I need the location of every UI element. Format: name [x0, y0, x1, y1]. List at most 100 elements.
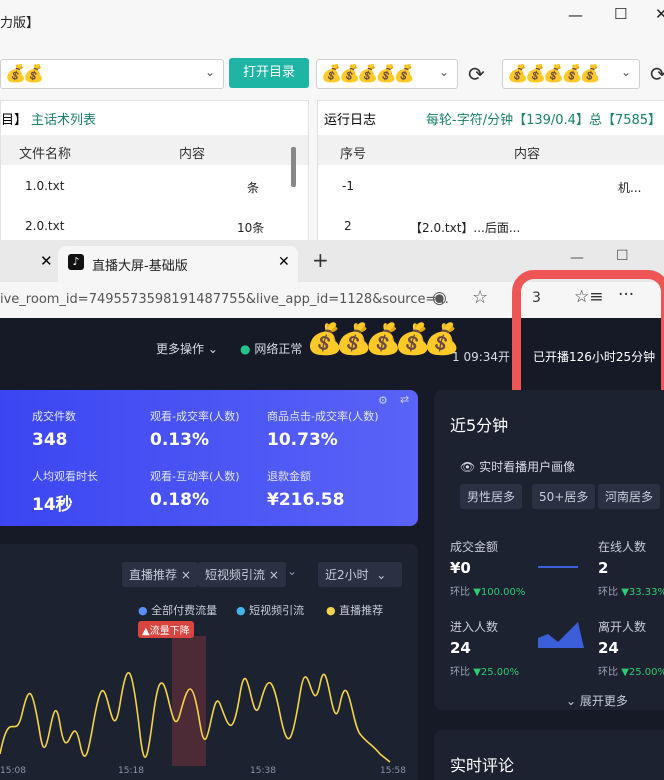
filter-label: 短视频引流: [205, 568, 266, 582]
live-dashboard: 更多操作 ⌄ ● 网络正常 💰💰💰💰💰 1 09:34开 已开播126小时25分…: [0, 270, 664, 780]
chevron-down-icon[interactable]: ⌄: [287, 564, 297, 578]
open-directory-button[interactable]: 打开目录: [229, 58, 309, 88]
network-label: 网络正常: [254, 342, 303, 356]
more-ops-label: 更多操作: [156, 342, 205, 356]
output-select[interactable]: 💰💰💰💰💰 ⌄: [502, 59, 640, 89]
panel-heading: 运行日志: [324, 113, 377, 128]
maximize-icon[interactable]: ☐: [614, 5, 627, 23]
row-no: -1: [342, 179, 354, 193]
minimize-icon[interactable]: —: [568, 6, 583, 24]
legend-item[interactable]: ● 短视频引流: [236, 602, 304, 618]
metrics-card: ⚙ ⇄ 成交件数 348 观看-成交率(人数) 0.13% 商品点击-成交率(人数)…: [0, 390, 418, 526]
stat-label: 在线人数: [598, 540, 647, 554]
swap-icon[interactable]: ⇄: [400, 393, 409, 406]
stat-delta: ▼25.00%: [621, 667, 664, 678]
run-stats: 每轮-字符/分钟【139/0.4】总【7585】: [426, 113, 662, 128]
sparkline: [538, 622, 584, 648]
moneybag-icon: 💰💰: [5, 64, 44, 84]
column-file: 文件名称: [19, 147, 72, 162]
stat-item: 在线人数 2 环比 ▼33.33%: [598, 538, 664, 598]
filter-short-video[interactable]: 短视频引流 ×: [198, 562, 286, 587]
close-tab-icon[interactable]: ✕: [40, 252, 53, 270]
traffic-drop-badge: ▲流量下降: [138, 621, 194, 638]
url-field[interactable]: ive_room_id=7495573598191487755&live_app…: [0, 292, 449, 307]
star-icon[interactable]: ☆: [472, 287, 488, 308]
more-operations-menu[interactable]: 更多操作 ⌄: [156, 340, 218, 357]
legend-label: 直播推荐: [339, 604, 384, 617]
metric-value: 10.73%: [267, 430, 338, 450]
moneybag-icon: 💰💰💰💰💰: [306, 322, 461, 357]
file-name: 2.0.txt: [25, 219, 65, 233]
metric-value: 348: [32, 430, 68, 450]
panel-title: 近5分钟: [450, 416, 509, 435]
column-content: 内容: [179, 147, 206, 162]
panel-heading-prefix: 目】: [1, 113, 28, 128]
minimize-icon[interactable]: —: [570, 250, 584, 266]
settings-icon[interactable]: ⚙: [378, 394, 388, 407]
expand-label: 展开更多: [579, 694, 628, 708]
table-row[interactable]: 1.0.txt 条: [1, 167, 301, 201]
metric-item: 观看-互动率(人数) 0.18%: [150, 468, 240, 510]
comments-panel: 实时评论: [434, 730, 664, 780]
stat-delta: ▼25.00%: [473, 667, 520, 678]
column-no: 序号: [340, 147, 367, 162]
browser-tab[interactable]: ♪ 直播大屏-基础版 ✕: [58, 246, 298, 282]
metric-item: 成交件数 348: [32, 408, 76, 450]
close-icon[interactable]: ✕: [655, 5, 664, 23]
row-content: 【2.0.txt】...后面...: [410, 221, 521, 235]
moneybag-icon: 💰💰💰💰💰: [321, 64, 415, 84]
metric-item: 观看-成交率(人数) 0.13%: [150, 408, 240, 450]
app-title: 力版】: [0, 16, 40, 31]
reader-icon[interactable]: ◉: [432, 288, 447, 308]
table-header: 序号 内容: [318, 135, 664, 165]
legend-item[interactable]: ● 直播推荐: [326, 602, 383, 618]
run-log-panel: 运行日志 每轮-字符/分钟【139/0.4】总【7585】 序号 内容 -1 机…: [317, 100, 664, 242]
metric-label: 商品点击-成交率(人数): [267, 410, 379, 423]
sparkline: [538, 566, 578, 568]
tab-title: 直播大屏-基础版: [92, 259, 188, 274]
refresh-icon[interactable]: ⟳: [468, 62, 485, 86]
refresh-icon[interactable]: ⟳: [650, 62, 664, 86]
metric-label: 观看-互动率(人数): [150, 470, 240, 483]
scrollbar[interactable]: [291, 147, 296, 187]
time-range-select[interactable]: 近2小时 ⌄: [318, 562, 402, 587]
filter-label: 直播推荐: [129, 568, 178, 582]
tiktok-icon: ♪: [68, 254, 84, 270]
portrait-label: 实时看播用户画像: [479, 460, 576, 474]
voice-select[interactable]: 💰💰💰💰💰 ⌄: [316, 59, 458, 89]
filter-live-recommend[interactable]: 直播推荐 ×: [122, 562, 198, 587]
row-content: 条: [247, 181, 260, 195]
chevron-down-icon: ⌄: [204, 65, 215, 79]
legend-label: 短视频引流: [249, 604, 305, 617]
x-tick: 15:38: [250, 766, 276, 776]
eye-icon: 👁: [460, 460, 476, 474]
x-tick: 15:08: [0, 766, 26, 776]
legend-label: 全部付费流量: [151, 604, 218, 617]
new-tab-icon[interactable]: +: [312, 248, 329, 272]
maximize-icon[interactable]: ☐: [616, 248, 629, 264]
script-list-panel: 目】 主话术列表 文件名称 内容 1.0.txt 条 2.0.txt 10条: [0, 100, 309, 242]
table-row[interactable]: 2 【2.0.txt】...后面...: [318, 207, 664, 241]
table-row[interactable]: 2.0.txt 10条: [1, 207, 301, 241]
expand-more-link[interactable]: ⌄ 展开更多: [566, 692, 628, 709]
metric-label: 观看-成交率(人数): [150, 410, 240, 423]
portrait-tag: 50+居多: [532, 484, 596, 509]
compare-label: 环比: [450, 587, 470, 598]
metric-label: 成交件数: [32, 410, 76, 423]
compare-label: 环比: [598, 587, 618, 598]
stat-value: 24: [450, 639, 471, 657]
close-tab-icon[interactable]: ✕: [278, 254, 290, 270]
table-header: 文件名称 内容: [1, 135, 308, 165]
table-row[interactable]: -1 机...: [318, 167, 664, 201]
stat-label: 成交金额: [450, 540, 499, 554]
metric-value: 0.18%: [150, 490, 209, 510]
stat-item: 进入人数 24 环比 ▼25.00%: [450, 618, 519, 678]
row-content: 机...: [618, 181, 642, 195]
stat-item: 离开人数 24 环比 ▼25.00%: [598, 618, 664, 678]
script-select[interactable]: 💰💰 ⌄: [0, 59, 224, 89]
comments-title: 实时评论: [450, 756, 515, 775]
stat-label: 离开人数: [598, 620, 647, 634]
legend-item[interactable]: ● 全部付费流量: [138, 602, 217, 618]
compare-label: 环比: [450, 667, 470, 678]
x-tick: 15:58: [380, 766, 406, 776]
